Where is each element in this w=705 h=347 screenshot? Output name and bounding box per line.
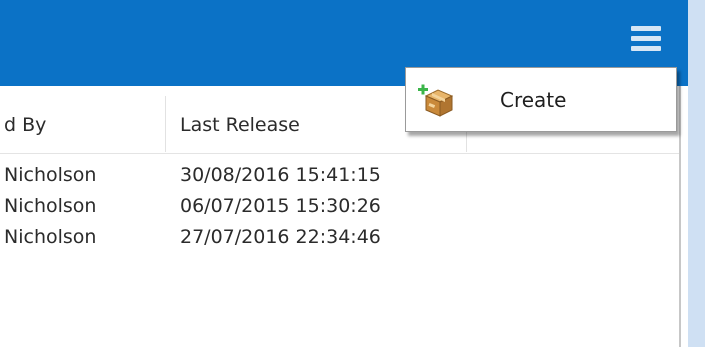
create-package-icon bbox=[418, 84, 454, 117]
cell-last-release: 30/08/2016 15:41:15 bbox=[180, 164, 381, 186]
grid-right-border bbox=[679, 86, 681, 347]
table-row[interactable]: Nicholson 06/07/2015 15:30:26 bbox=[0, 191, 679, 222]
table-row[interactable]: Nicholson 27/07/2016 22:34:46 bbox=[0, 222, 679, 253]
menu-item-label: Create bbox=[500, 88, 567, 112]
cell-created-by: Nicholson bbox=[4, 226, 97, 248]
hamburger-line bbox=[631, 36, 661, 41]
context-menu: Create bbox=[405, 67, 677, 132]
cell-last-release: 06/07/2015 15:30:26 bbox=[180, 195, 381, 217]
hamburger-menu-icon[interactable] bbox=[631, 22, 661, 54]
hamburger-line bbox=[631, 46, 661, 51]
app-window: d By Last Release Nicholson 30/08/2016 1… bbox=[0, 0, 705, 347]
side-panel-edge bbox=[688, 0, 705, 347]
table-row[interactable]: Nicholson 30/08/2016 15:41:15 bbox=[0, 160, 679, 191]
cell-last-release: 27/07/2016 22:34:46 bbox=[180, 226, 381, 248]
column-divider bbox=[165, 96, 166, 152]
table-body: Nicholson 30/08/2016 15:41:15 Nicholson … bbox=[0, 160, 679, 253]
column-header-last-release[interactable]: Last Release bbox=[180, 114, 300, 136]
menu-item-create[interactable]: Create bbox=[406, 68, 676, 131]
column-header-created-by[interactable]: d By bbox=[4, 114, 46, 136]
cell-created-by: Nicholson bbox=[4, 164, 97, 186]
cell-created-by: Nicholson bbox=[4, 195, 97, 217]
hamburger-line bbox=[631, 26, 661, 31]
